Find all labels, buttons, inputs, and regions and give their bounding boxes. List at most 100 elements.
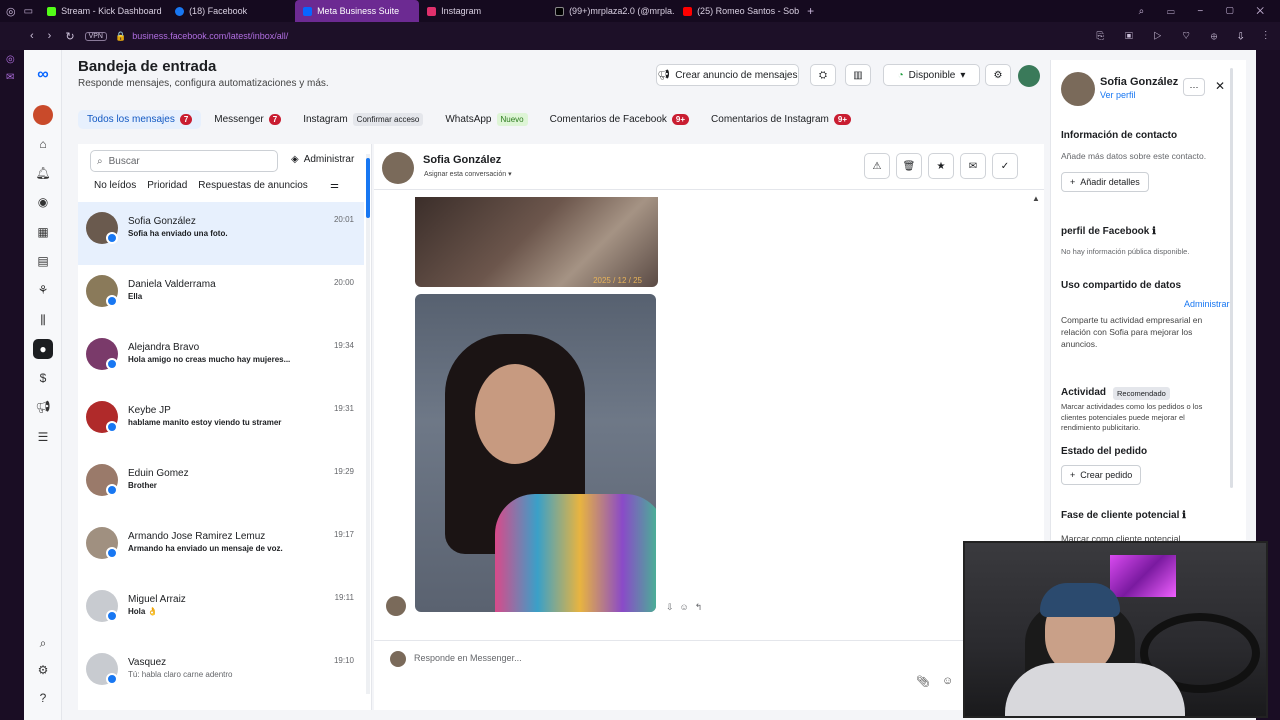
meta-logo-icon[interactable]: ∞ bbox=[33, 65, 53, 85]
monetization-icon[interactable]: $ bbox=[33, 368, 53, 388]
clock-icon: ◔ bbox=[897, 69, 904, 81]
webcam-streamer-cap bbox=[1040, 583, 1120, 617]
list-item[interactable]: Eduin Gomez Brother 19:29 bbox=[78, 454, 364, 517]
mark-unread-button[interactable]: ✉ bbox=[960, 153, 986, 179]
view-profile-link[interactable]: Ver perfil bbox=[1100, 90, 1136, 100]
list-scrollbar-thumb[interactable] bbox=[366, 158, 370, 218]
info-icon[interactable]: ℹ bbox=[1182, 510, 1186, 521]
create-ad-button[interactable]: 📢︎ Crear anuncio de mensajes bbox=[656, 64, 799, 86]
tab-messenger[interactable]: Messenger 7 bbox=[205, 110, 290, 129]
forward-icon[interactable]: › bbox=[48, 30, 52, 42]
add-details-button[interactable]: + Añadir detalles bbox=[1061, 172, 1149, 192]
download-icon[interactable]: ⇩ bbox=[666, 602, 674, 613]
report-spam-button[interactable]: ⚠ bbox=[864, 153, 890, 179]
avatar[interactable] bbox=[382, 152, 414, 184]
tab-whatsapp[interactable]: WhatsApp Nuevo bbox=[436, 109, 536, 130]
reply-input[interactable]: Responde en Messenger... bbox=[414, 653, 522, 663]
inbox-icon[interactable]: ● bbox=[33, 339, 53, 359]
profile-avatar[interactable] bbox=[1018, 65, 1040, 87]
ads-icon[interactable]: ⚘ bbox=[33, 280, 53, 300]
delete-button[interactable]: 🗑︎ bbox=[896, 153, 922, 179]
scroll-up-icon[interactable]: ▲ bbox=[1032, 194, 1040, 203]
list-item[interactable]: Daniela Valderrama Ella 20:00 bbox=[78, 265, 364, 328]
filter-settings-icon[interactable]: ⚌ bbox=[330, 180, 339, 191]
reload-icon[interactable]: ↻ bbox=[65, 30, 74, 43]
create-order-button[interactable]: + Crear pedido bbox=[1061, 465, 1142, 485]
search-input[interactable]: ⌕ Buscar bbox=[90, 150, 278, 172]
menu-icon[interactable]: ☰ bbox=[33, 427, 53, 447]
message-actions: ⇩ ☺ ↰ bbox=[666, 602, 702, 613]
tab-instagram[interactable]: Instagram Confirmar acceso bbox=[294, 109, 432, 130]
activity-text: Marcar actividades como los pedidos o lo… bbox=[1061, 402, 1203, 432]
list-item[interactable]: Armando Jose Ramirez Lemuz Armando ha env… bbox=[78, 517, 364, 580]
rail-icon[interactable]: ◎ bbox=[6, 54, 15, 65]
window-controls[interactable]: ⌕ ▭ − ▢ ✕ bbox=[1139, 6, 1280, 17]
tab-instagram-comments[interactable]: Comentarios de Instagram 9+ bbox=[702, 110, 860, 129]
photo-message[interactable]: 2025 / 12 / 25 bbox=[415, 197, 658, 287]
sidebar-toggle-icon[interactable]: ▭ bbox=[24, 6, 33, 17]
megaphone-icon[interactable]: 📢︎ bbox=[33, 397, 53, 417]
list-item[interactable]: Miguel Arraiz Hola 👌 19:11 bbox=[78, 580, 364, 643]
close-icon[interactable]: ✕ bbox=[1215, 79, 1225, 93]
url-text[interactable]: business.facebook.com/latest/inbox/all/ bbox=[132, 31, 288, 41]
browser-menu-icon[interactable]: ◎ bbox=[6, 5, 16, 18]
settings-icon[interactable]: ⚙ bbox=[33, 660, 53, 680]
automation-button[interactable]: ⛭ bbox=[810, 64, 836, 86]
list-item[interactable]: Vasquez Tú: habla claro carne adentro 19:1… bbox=[78, 643, 364, 706]
list-item[interactable]: Keybe JP hablame manito estoy viendo tu s… bbox=[78, 391, 364, 454]
recommended-badge: Recomendado bbox=[1113, 387, 1170, 400]
page-avatar[interactable] bbox=[33, 105, 53, 125]
message-composer: Responde en Messenger... 📎︎ ☺ bbox=[374, 640, 1044, 710]
mark-done-button[interactable]: ✓ bbox=[992, 153, 1018, 179]
tab-tiktok[interactable]: (99+)mrplaza2.0 (@mrpla... bbox=[547, 0, 675, 22]
tab-facebook-comments[interactable]: Comentarios de Facebook 9+ bbox=[541, 110, 698, 129]
check-icon: ✓ bbox=[1000, 160, 1010, 172]
content-icon[interactable]: ▤ bbox=[33, 251, 53, 271]
unread-badge: 7 bbox=[179, 113, 193, 125]
vpn-badge[interactable]: VPN bbox=[84, 31, 107, 41]
photo-message[interactable] bbox=[415, 294, 656, 612]
chat-contact-name[interactable]: Sofia González bbox=[423, 154, 501, 166]
saved-reply-icon[interactable]: ☺ bbox=[942, 675, 953, 688]
manage-button[interactable]: ◈ Administrar bbox=[291, 154, 354, 165]
rail-icon[interactable]: ✉ bbox=[6, 72, 14, 83]
filter-ad-replies[interactable]: Respuestas de anuncios bbox=[198, 180, 308, 191]
assign-conversation-dropdown[interactable]: Asignar esta conversación ▾ bbox=[424, 170, 512, 178]
activity-title: Actividad bbox=[1061, 387, 1107, 398]
planner-icon[interactable]: ◉ bbox=[33, 192, 53, 212]
avatar bbox=[1061, 72, 1095, 106]
photo-timestamp: 2025 / 12 / 25 bbox=[593, 276, 642, 285]
data-sharing-manage-link[interactable]: Administrar bbox=[1184, 299, 1230, 309]
toolbar-icons[interactable]: ⎘ ▣ ▷ ♡ ⊕ ⇩ ⋮ bbox=[1096, 31, 1280, 42]
attachment-icon[interactable]: 📎︎ bbox=[916, 675, 930, 688]
availability-dropdown[interactable]: ◔ Disponible ▾ bbox=[883, 64, 980, 86]
notifications-icon[interactable]: 🔔︎ bbox=[33, 163, 53, 183]
new-tab-button[interactable]: + bbox=[807, 4, 814, 18]
filter-unread[interactable]: No leídos bbox=[94, 180, 136, 191]
right-panel-scrollbar[interactable] bbox=[1230, 68, 1233, 488]
help-icon[interactable]: ? bbox=[33, 688, 53, 708]
home-icon[interactable]: ⌂ bbox=[33, 134, 53, 154]
reply-icon[interactable]: ↰ bbox=[695, 602, 703, 613]
list-item[interactable]: Alejandra Bravo Hola amigo no creas mucho… bbox=[78, 328, 364, 391]
tab-all-messages[interactable]: Todos los mensajes 7 bbox=[78, 109, 202, 129]
info-icon[interactable]: ℹ bbox=[1152, 226, 1156, 237]
tab-youtube[interactable]: (25) Romeo Santos - Sobr... bbox=[675, 0, 799, 22]
insights-icon[interactable]: ⫼ bbox=[33, 310, 53, 330]
calendar-icon[interactable]: ▦ bbox=[33, 222, 53, 242]
star-button[interactable]: ★ bbox=[928, 153, 954, 179]
search-icon[interactable]: ⌕ bbox=[33, 633, 53, 653]
tab-kick[interactable]: Stream - Kick Dashboard bbox=[39, 0, 167, 22]
list-item[interactable]: Sofia González Sofia ha enviado una foto.… bbox=[78, 202, 364, 265]
tab-instagram[interactable]: Instagram bbox=[419, 0, 547, 22]
filter-priority[interactable]: Prioridad bbox=[147, 180, 187, 191]
emoji-icon[interactable]: ☺ bbox=[680, 602, 689, 613]
back-icon[interactable]: ‹ bbox=[30, 30, 34, 42]
tab-meta-business[interactable]: Meta Business Suite bbox=[295, 0, 420, 22]
settings-button[interactable]: ⚙ bbox=[985, 64, 1011, 86]
more-options-button[interactable]: ⋯ bbox=[1183, 78, 1205, 96]
insights-button[interactable]: ▥ bbox=[845, 64, 871, 86]
instagram-icon bbox=[427, 6, 437, 16]
list-scrollbar[interactable] bbox=[366, 154, 370, 694]
tab-facebook[interactable]: (18) Facebook bbox=[167, 0, 295, 22]
